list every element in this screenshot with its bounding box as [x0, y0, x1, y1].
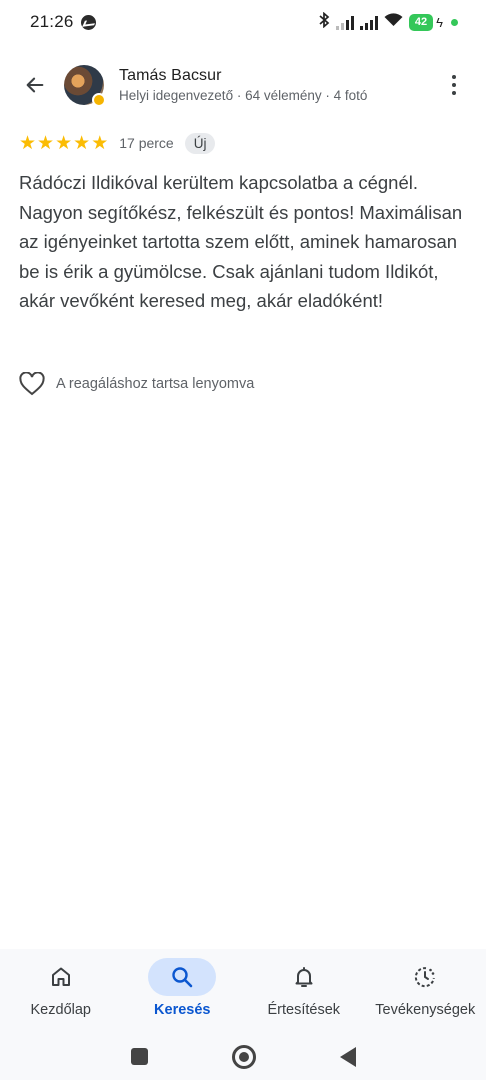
heart-icon — [19, 372, 45, 396]
reviewer-meta: Helyi idegenvezető · 64 vélemény · 4 fot… — [119, 88, 368, 103]
charging-icon: ϟ — [436, 14, 443, 30]
review-time: 17 perce — [119, 135, 174, 151]
review-screen: 21:26 42 ϟ Tamás Bacsur Helyi idegenveze… — [0, 0, 486, 1080]
reviewer-info[interactable]: Tamás Bacsur Helyi idegenvezető · 64 vél… — [119, 67, 367, 103]
home-circle-icon — [238, 1051, 249, 1062]
status-icons: 42 ϟ — [319, 11, 458, 32]
star-icon: ★ — [73, 132, 91, 154]
search-icon — [172, 967, 193, 988]
nav-item-home[interactable]: Kezdőlap — [0, 949, 122, 1033]
star-icon: ★ — [37, 132, 55, 154]
bottom-navigation: Kezdőlap Keresés Értesítések Tevékenység… — [0, 949, 486, 1033]
star-icon: ★ — [19, 132, 37, 154]
activity-icon — [415, 967, 436, 988]
system-back-button[interactable] — [339, 1046, 356, 1067]
nav-label-activity: Tevékenységek — [375, 1002, 476, 1018]
back-button[interactable] — [13, 63, 57, 107]
home-icon — [51, 967, 70, 986]
signal-icon — [359, 15, 378, 30]
local-guide-badge-icon — [92, 93, 106, 107]
nav-label-notifications: Értesítések — [267, 1002, 341, 1018]
review-header: Tamás Bacsur Helyi idegenvezető · 64 vél… — [0, 58, 486, 112]
new-badge: Új — [184, 132, 216, 154]
status-bar: 21:26 42 ϟ — [0, 0, 486, 44]
review-text: Rádóczi Ildikóval kerültem kapcsolatba a… — [19, 172, 463, 311]
avatar[interactable] — [64, 65, 106, 107]
system-navigation-bar — [0, 1033, 486, 1080]
nav-label-home: Kezdőlap — [30, 1002, 91, 1018]
arrow-back-icon — [26, 77, 44, 93]
recent-apps-button[interactable] — [130, 1048, 148, 1065]
reviewer-name: Tamás Bacsur — [119, 67, 222, 84]
nav-item-notifications[interactable]: Értesítések — [243, 949, 365, 1033]
nav-item-search[interactable]: Keresés — [122, 949, 244, 1033]
react-button[interactable]: A reagáláshoz tartsa lenyomva — [19, 370, 254, 398]
privacy-indicator-icon — [451, 18, 458, 26]
react-label: A reagáláshoz tartsa lenyomva — [56, 376, 255, 392]
more-vert-icon — [452, 75, 456, 79]
status-time: 21:26 — [30, 12, 74, 31]
messenger-icon — [80, 14, 96, 30]
signal-icon — [335, 15, 354, 30]
home-button[interactable] — [231, 1044, 256, 1069]
bell-icon — [295, 967, 313, 987]
star-icon: ★ — [55, 132, 73, 154]
wifi-icon — [384, 12, 403, 32]
star-rating: ★ ★ ★ ★ ★ — [19, 134, 108, 153]
battery-icon: 42 — [408, 13, 434, 31]
star-icon: ★ — [91, 132, 109, 154]
more-options-button[interactable] — [442, 69, 466, 101]
nav-label-search: Keresés — [154, 1002, 211, 1018]
nav-item-activity[interactable]: Tevékenységek — [365, 949, 486, 1033]
bluetooth-icon — [319, 11, 330, 32]
rating-row: ★ ★ ★ ★ ★ 17 perce Új — [19, 131, 486, 155]
